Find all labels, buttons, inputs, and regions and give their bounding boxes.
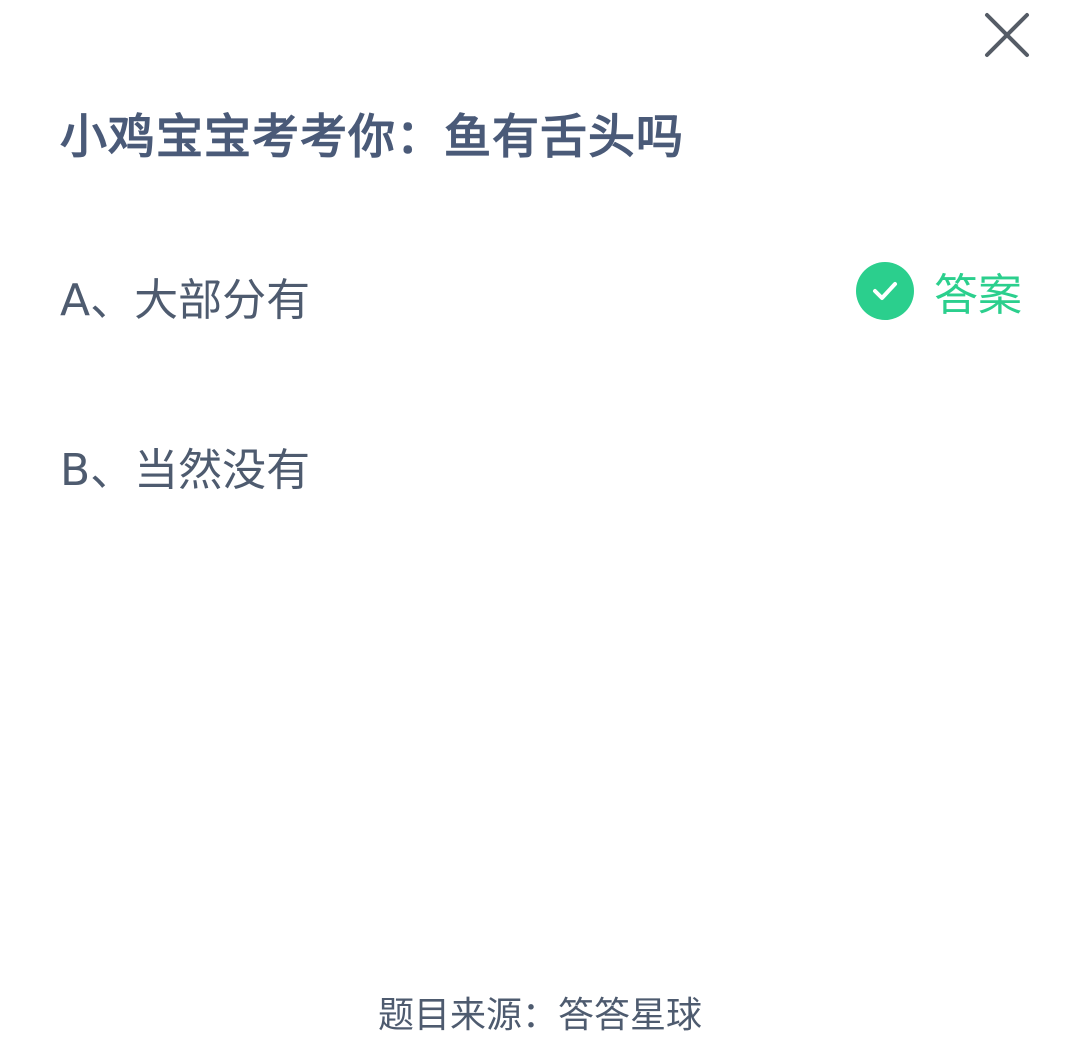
close-icon [985, 13, 1029, 57]
option-b-text: B、当然没有 [60, 445, 311, 496]
question-title: 小鸡宝宝考考你：鱼有舌头吗 [60, 110, 684, 165]
close-button[interactable] [982, 10, 1032, 60]
option-a-text: A、大部分有 [60, 275, 311, 326]
check-circle-icon [856, 262, 914, 320]
option-b[interactable]: B、当然没有 [60, 420, 1022, 500]
option-a[interactable]: A、大部分有 答案 [60, 250, 1022, 330]
question-source: 题目来源：答答星球 [377, 995, 702, 1036]
answer-label: 答案 [934, 270, 1022, 321]
answer-tag: 答案 [856, 262, 1022, 321]
